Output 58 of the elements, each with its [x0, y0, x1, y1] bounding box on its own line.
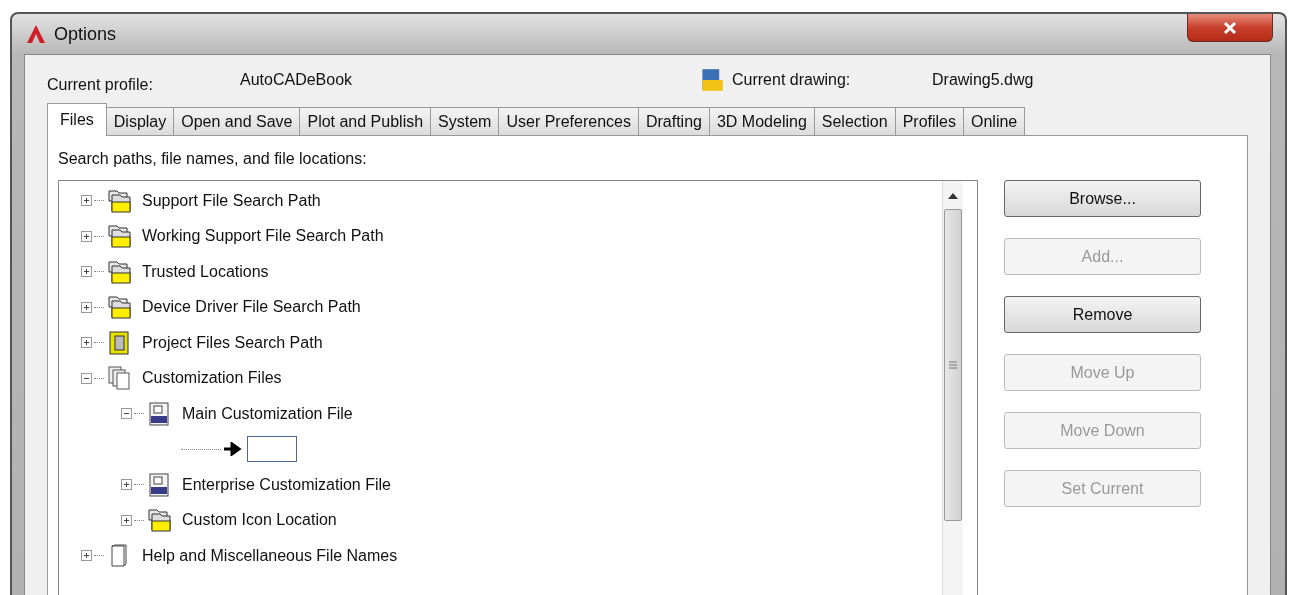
expander-icon[interactable]	[121, 408, 132, 420]
tree-item[interactable]: Help and Miscellaneous File Names	[142, 546, 398, 565]
documents-icon	[106, 365, 132, 392]
tab[interactable]: Open and Save	[174, 107, 301, 135]
folders-icon	[106, 258, 132, 285]
expander-icon[interactable]	[81, 301, 92, 313]
drawing-label: Current drawing:	[732, 71, 852, 89]
expander-icon[interactable]	[81, 337, 92, 349]
drawing-icon	[700, 68, 724, 92]
tab[interactable]: Drafting	[638, 107, 710, 135]
profile-label: Current profile:	[47, 75, 154, 94]
scroll-thumb[interactable]	[944, 209, 962, 521]
tree-caption: Search paths, file names, and file locations:	[58, 150, 368, 168]
tab[interactable]: Files	[47, 103, 107, 136]
tab[interactable]: 3D Modeling	[709, 107, 815, 135]
expander-icon[interactable]	[81, 372, 92, 384]
tree-item[interactable]: Enterprise Customization File	[182, 475, 391, 494]
cui-file-icon	[146, 471, 172, 498]
grip-icon	[948, 360, 958, 370]
action-button[interactable]: Remove	[1004, 296, 1201, 333]
app-logo-icon	[26, 24, 46, 44]
cui-file-icon	[146, 400, 172, 427]
folders-icon	[106, 294, 132, 321]
folders-icon	[146, 507, 172, 534]
tree-item[interactable]: Custom Icon Location	[182, 511, 337, 530]
expander-icon[interactable]	[81, 230, 92, 242]
tab[interactable]: User Preferences	[499, 107, 639, 135]
expander-icon[interactable]	[81, 195, 92, 207]
tree-item[interactable]: Device Driver File Search Path	[142, 298, 361, 317]
tab[interactable]: Plot and Publish	[300, 107, 432, 135]
expander-icon[interactable]	[81, 550, 92, 562]
action-button[interactable]: Browse...	[1004, 180, 1201, 217]
scrollbar[interactable]	[942, 181, 963, 595]
arrow-icon	[223, 442, 243, 457]
path-input-field[interactable]	[247, 436, 297, 463]
window-title: Options	[54, 23, 117, 45]
tab[interactable]: Profiles	[895, 107, 964, 135]
expander-icon[interactable]	[121, 479, 132, 491]
close-button[interactable]	[1187, 14, 1273, 42]
tree-item[interactable]: Main Customization File	[182, 404, 353, 423]
tab[interactable]: Display	[106, 107, 175, 135]
expander-icon[interactable]	[81, 266, 92, 278]
tree-item[interactable]: Customization Files	[142, 369, 282, 388]
binder-icon	[106, 329, 132, 356]
tree-item[interactable]: Project Files Search Path	[142, 333, 323, 352]
tree-item[interactable]: Working Support File Search Path	[142, 227, 384, 246]
drawing-name: Drawing5.dwg	[932, 71, 1034, 89]
folders-icon	[106, 187, 132, 214]
scroll-up-icon[interactable]	[948, 193, 958, 199]
profile-name: AutoCADeBook	[240, 71, 354, 89]
tab[interactable]: Selection	[814, 107, 896, 135]
expander-icon[interactable]	[121, 514, 132, 526]
tab[interactable]: Online	[964, 107, 1026, 135]
folders-icon	[106, 223, 132, 250]
tab[interactable]: System	[431, 107, 500, 135]
tree-item[interactable]: Trusted Locations	[142, 262, 269, 281]
tree-item[interactable]: Support File Search Path	[142, 191, 321, 210]
close-icon	[1223, 20, 1237, 35]
